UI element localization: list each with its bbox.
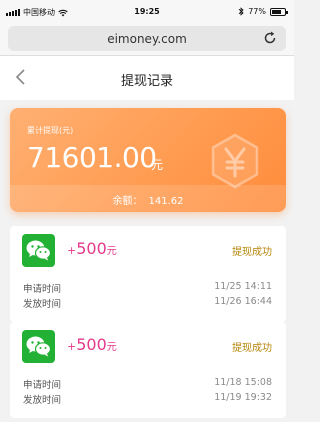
apply-time-row: 申请时间 11/25 14:11 bbox=[23, 281, 272, 295]
pay-time-value: 11/19 19:32 bbox=[214, 392, 272, 403]
amount-unit: 元 bbox=[106, 342, 117, 353]
status-bar: 中国移动 19:25 77% bbox=[0, 0, 294, 24]
browser-toolbar: eimoney.com bbox=[0, 24, 294, 56]
amount-unit: 元 bbox=[106, 246, 117, 257]
amount-sign: + bbox=[67, 340, 77, 353]
amount-sign: + bbox=[67, 244, 77, 257]
summary-card: 累计提现(元) 71601.00 元 余额： 141.62 bbox=[10, 108, 286, 212]
pay-time-label: 发放时间 bbox=[23, 395, 62, 406]
pay-time-label: 发放时间 bbox=[23, 299, 62, 310]
balance-value: 141.62 bbox=[148, 196, 184, 207]
balance-label: 余额： bbox=[112, 196, 143, 207]
status-badge: 提现成功 bbox=[232, 343, 272, 354]
bluetooth-icon bbox=[238, 7, 244, 16]
total-withdrawn-amount: 71601.00 bbox=[27, 141, 157, 174]
withdraw-record[interactable]: +500元 提现成功 申请时间 11/25 14:11 发放时间 11/26 16:… bbox=[10, 226, 286, 322]
wechat-icon bbox=[22, 234, 55, 267]
record-amount: +500元 bbox=[67, 335, 117, 354]
total-withdrawn-label: 累计提现(元) bbox=[27, 126, 74, 135]
wechat-icon bbox=[22, 330, 55, 363]
apply-time-label: 申请时间 bbox=[23, 380, 62, 391]
pay-time-row: 发放时间 11/26 16:44 bbox=[23, 296, 272, 310]
yen-hexagon-icon bbox=[211, 133, 259, 189]
reload-icon[interactable] bbox=[262, 30, 278, 46]
withdraw-record[interactable]: +500元 提现成功 申请时间 11/18 15:08 发放时间 11/19 19:… bbox=[10, 322, 286, 418]
apply-time-value: 11/25 14:11 bbox=[214, 281, 272, 292]
amount-value: 500 bbox=[76, 239, 107, 258]
battery-icon bbox=[270, 7, 288, 16]
record-amount: +500元 bbox=[67, 239, 117, 258]
address-bar[interactable]: eimoney.com bbox=[8, 26, 286, 51]
balance-row: 余额： 141.62 bbox=[10, 185, 286, 212]
battery-group: 77% bbox=[238, 7, 288, 16]
amount-value: 500 bbox=[76, 335, 107, 354]
apply-time-row: 申请时间 11/18 15:08 bbox=[23, 377, 272, 391]
pay-time-value: 11/26 16:44 bbox=[214, 296, 272, 307]
battery-level bbox=[272, 9, 281, 14]
apply-time-label: 申请时间 bbox=[23, 284, 62, 295]
nav-bar: 提现记录 bbox=[0, 56, 294, 100]
total-withdrawn-unit: 元 bbox=[151, 158, 164, 172]
page-title: 提现记录 bbox=[120, 74, 173, 89]
status-badge: 提现成功 bbox=[232, 247, 272, 258]
url-text[interactable]: eimoney.com bbox=[8, 32, 286, 46]
pay-time-row: 发放时间 11/19 19:32 bbox=[23, 392, 272, 406]
battery-percent: 77% bbox=[248, 7, 266, 16]
apply-time-value: 11/18 15:08 bbox=[214, 377, 272, 388]
